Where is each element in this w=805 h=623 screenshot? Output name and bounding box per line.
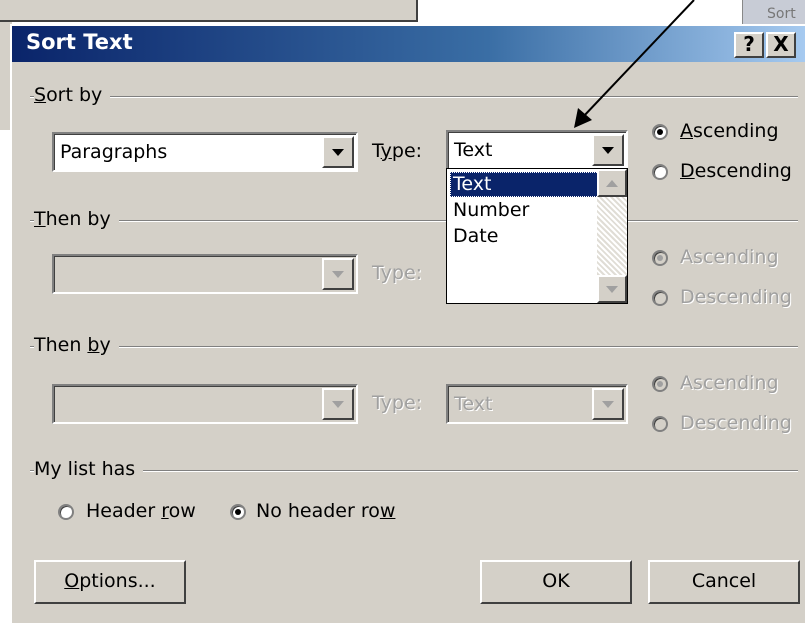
then-by-2-divider — [30, 346, 798, 348]
then-by-ascending-label[interactable]: Ascending — [680, 246, 779, 268]
chevron-down-icon[interactable] — [322, 136, 354, 168]
sort-by-descending-label[interactable]: Descending — [680, 160, 792, 182]
then-by-2-ascending-radio[interactable] — [652, 376, 668, 392]
dropdown-option-text[interactable]: Text — [450, 172, 601, 197]
then-by-2-ascending-label[interactable]: Ascending — [680, 372, 779, 394]
sort-by-descending-radio[interactable] — [652, 164, 668, 180]
then-by-ascending-radio[interactable] — [652, 250, 668, 266]
dialog-title: Sort Text — [26, 30, 133, 54]
ok-button[interactable]: OK — [480, 560, 632, 604]
list-has-label: My list has — [34, 458, 144, 480]
then-by-2-label: Then by — [34, 334, 119, 356]
type-dropdown-list[interactable]: Text Number Date — [446, 168, 628, 304]
chevron-down-icon[interactable] — [592, 388, 624, 420]
sort-by-field-select[interactable]: Paragraphs — [52, 132, 358, 172]
then-by-2-field-select[interactable] — [52, 384, 358, 424]
then-by-2-type-label: Type: — [372, 392, 423, 414]
no-header-row-radio[interactable] — [230, 504, 246, 520]
then-by-type-label: Type: — [372, 262, 423, 284]
then-by-2-type-select[interactable]: Text — [446, 384, 628, 424]
close-button[interactable]: X — [766, 32, 796, 58]
help-button[interactable]: ? — [734, 32, 764, 58]
chevron-down-icon[interactable] — [322, 388, 354, 420]
pointer-arrow-icon — [574, 0, 695, 128]
sort-by-label: Sort by — [34, 84, 111, 106]
no-header-row-label[interactable]: No header row — [256, 500, 395, 522]
then-by-field-select[interactable] — [52, 254, 358, 294]
then-by-2-descending-radio[interactable] — [652, 416, 668, 432]
dropdown-option-date[interactable]: Date — [450, 224, 601, 249]
list-has-divider — [30, 470, 798, 472]
background-toolbar — [0, 0, 418, 22]
options-button[interactable]: Options... — [34, 560, 186, 604]
then-by-2-descending-label[interactable]: Descending — [680, 412, 792, 434]
close-icon: X — [773, 32, 789, 56]
scroll-down-icon[interactable] — [597, 275, 627, 303]
chevron-down-icon[interactable] — [322, 258, 354, 290]
sort-by-type-label: Type: — [372, 140, 423, 162]
then-by-descending-radio[interactable] — [652, 290, 668, 306]
cancel-button[interactable]: Cancel — [648, 560, 800, 604]
header-row-radio[interactable] — [58, 504, 74, 520]
scroll-up-icon[interactable] — [597, 169, 627, 197]
then-by-label: Then by — [34, 208, 119, 230]
then-by-descending-label[interactable]: Descending — [680, 286, 792, 308]
dropdown-option-number[interactable]: Number — [450, 198, 601, 223]
dropdown-scrollbar[interactable] — [597, 169, 627, 303]
then-by-divider — [30, 220, 798, 222]
header-row-label[interactable]: Header row — [86, 500, 196, 522]
